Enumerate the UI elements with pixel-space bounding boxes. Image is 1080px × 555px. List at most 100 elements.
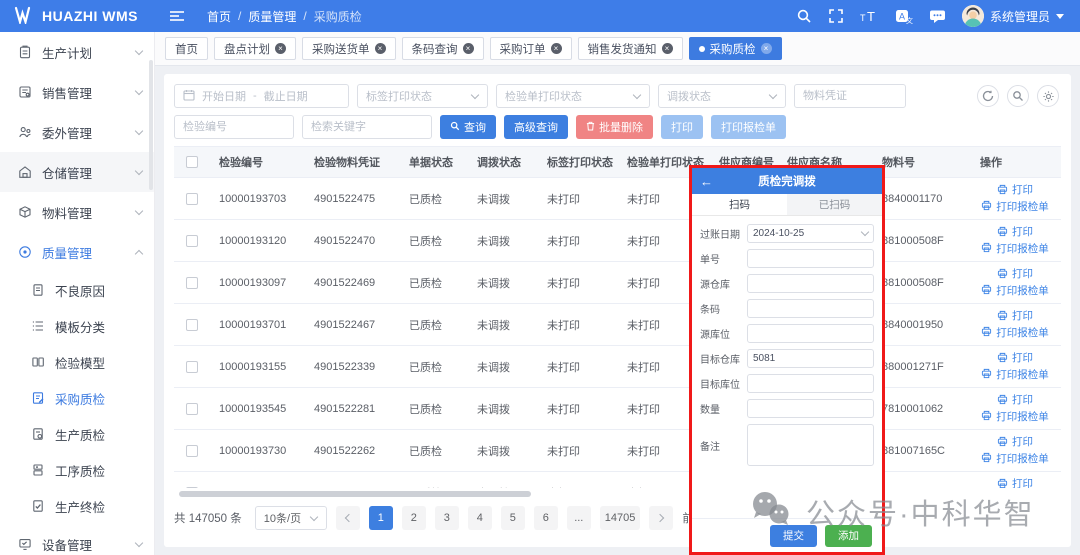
search-icon[interactable] bbox=[796, 8, 812, 24]
zoom-icon[interactable] bbox=[1007, 85, 1029, 107]
field-input-目标库位[interactable] bbox=[747, 374, 874, 393]
row-checkbox[interactable] bbox=[186, 235, 198, 247]
horizontal-scrollbar[interactable] bbox=[174, 490, 1061, 497]
close-icon[interactable]: × bbox=[375, 43, 386, 54]
close-icon[interactable]: × bbox=[662, 43, 673, 54]
fullscreen-icon[interactable] bbox=[828, 8, 844, 24]
close-icon[interactable]: × bbox=[463, 43, 474, 54]
field-input-目标仓库[interactable] bbox=[747, 349, 874, 368]
print-link[interactable]: 打印 bbox=[997, 184, 1033, 198]
select-all-checkbox[interactable] bbox=[186, 156, 198, 168]
print-link[interactable]: 打印 bbox=[997, 310, 1033, 324]
submit-button[interactable]: 提交 bbox=[770, 525, 817, 547]
field-input-源仓库[interactable] bbox=[747, 274, 874, 293]
page-button-5[interactable]: 5 bbox=[501, 506, 525, 530]
row-checkbox[interactable] bbox=[186, 319, 198, 331]
row-checkbox[interactable] bbox=[186, 487, 198, 489]
sidebar-item-检验模型[interactable]: 检验模型 bbox=[0, 344, 154, 380]
hamburger-icon[interactable] bbox=[169, 9, 185, 23]
posting-date-value[interactable] bbox=[747, 224, 874, 243]
row-checkbox[interactable] bbox=[186, 361, 198, 373]
field-input-源库位[interactable] bbox=[747, 324, 874, 343]
page-button-4[interactable]: 4 bbox=[468, 506, 492, 530]
sidebar-item-委外管理[interactable]: 委外管理 bbox=[0, 112, 154, 152]
sidebar-item-模板分类[interactable]: 模板分类 bbox=[0, 308, 154, 344]
sidebar-item-工序质检[interactable]: 工序质检 bbox=[0, 452, 154, 488]
print-button[interactable]: 打印 bbox=[661, 115, 703, 139]
print-link[interactable]: 打印 bbox=[997, 436, 1033, 450]
translate-icon[interactable]: A文 bbox=[895, 8, 913, 24]
label-print-status-select[interactable]: 标签打印状态 bbox=[357, 84, 488, 108]
gear-icon[interactable] bbox=[1037, 85, 1059, 107]
print-link[interactable]: 打印 bbox=[997, 352, 1033, 366]
sidebar-item-生产质检[interactable]: 生产质检 bbox=[0, 416, 154, 452]
row-checkbox[interactable] bbox=[186, 403, 198, 415]
sidebar-item-仓储管理[interactable]: 仓储管理 bbox=[0, 152, 154, 192]
field-input-单号[interactable] bbox=[747, 249, 874, 268]
print-link[interactable]: 打印 bbox=[997, 268, 1033, 282]
advanced-search-button[interactable]: 高级查询 bbox=[504, 115, 568, 139]
tab-采购送货单[interactable]: 采购送货单× bbox=[302, 37, 396, 60]
tab-采购订单[interactable]: 采购订单× bbox=[490, 37, 572, 60]
page-size-select[interactable]: 10条/页 bbox=[255, 506, 327, 530]
prev-page-button[interactable] bbox=[336, 506, 360, 530]
sidebar-item-物料管理[interactable]: 物料管理 bbox=[0, 192, 154, 232]
panel-tab-扫码[interactable]: 扫码 bbox=[692, 194, 787, 215]
sidebar-item-采购质检[interactable]: 采购质检 bbox=[0, 380, 154, 416]
breadcrumb-item[interactable]: 质量管理 bbox=[248, 8, 296, 25]
print-inspection-sheet-link[interactable]: 打印报检单 bbox=[981, 452, 1049, 466]
keyword-input[interactable] bbox=[302, 115, 432, 139]
remark-textarea[interactable] bbox=[747, 424, 874, 466]
row-checkbox[interactable] bbox=[186, 193, 198, 205]
print-inspection-sheet-link[interactable]: 打印报检单 bbox=[981, 368, 1049, 382]
sidebar-item-生产终检[interactable]: 生产终检 bbox=[0, 488, 154, 524]
user-menu[interactable]: 系统管理员 bbox=[962, 5, 1064, 27]
panel-tab-已扫码[interactable]: 已扫码 bbox=[787, 194, 882, 215]
print-inspection-sheet-button[interactable]: 打印报检单 bbox=[711, 115, 786, 139]
tab-条码查询[interactable]: 条码查询× bbox=[402, 37, 484, 60]
tab-盘点计划[interactable]: 盘点计划× bbox=[214, 37, 296, 60]
material-voucher-input[interactable] bbox=[794, 84, 906, 108]
breadcrumb-item[interactable]: 首页 bbox=[207, 8, 231, 25]
print-link[interactable]: 打印 bbox=[997, 226, 1033, 240]
scrollbar-thumb[interactable] bbox=[179, 491, 531, 497]
tab-销售发货通知[interactable]: 销售发货通知× bbox=[578, 37, 683, 60]
search-button[interactable]: 查询 bbox=[440, 115, 496, 139]
back-arrow-icon[interactable]: ← bbox=[700, 168, 713, 194]
tab-首页[interactable]: 首页 bbox=[165, 37, 208, 60]
sidebar-item-不良原因[interactable]: 不良原因 bbox=[0, 272, 154, 308]
print-link[interactable]: 打印 bbox=[997, 394, 1033, 408]
breadcrumb-item[interactable]: 采购质检 bbox=[314, 8, 362, 25]
print-inspection-sheet-link[interactable]: 打印报检单 bbox=[981, 200, 1049, 214]
sheet-print-status-select[interactable]: 检验单打印状态 bbox=[496, 84, 650, 108]
row-checkbox[interactable] bbox=[186, 277, 198, 289]
print-inspection-sheet-link[interactable]: 打印报检单 bbox=[981, 410, 1049, 424]
page-button-3[interactable]: 3 bbox=[435, 506, 459, 530]
next-page-button[interactable] bbox=[649, 506, 673, 530]
page-button-1[interactable]: 1 bbox=[369, 506, 393, 530]
field-input-条码[interactable] bbox=[747, 299, 874, 318]
sidebar-item-设备管理[interactable]: 设备管理 bbox=[0, 524, 154, 555]
font-size-icon[interactable]: TT bbox=[860, 8, 879, 24]
page-button-2[interactable]: 2 bbox=[402, 506, 426, 530]
row-checkbox[interactable] bbox=[186, 445, 198, 457]
close-icon[interactable]: × bbox=[551, 43, 562, 54]
transfer-status-select[interactable]: 调拨状态 bbox=[658, 84, 786, 108]
batch-delete-button[interactable]: 批量删除 bbox=[576, 115, 653, 139]
posting-date-select[interactable] bbox=[747, 224, 874, 243]
print-inspection-sheet-link[interactable]: 打印报检单 bbox=[981, 284, 1049, 298]
date-range-picker[interactable]: 开始日期 - 截止日期 bbox=[174, 84, 349, 108]
sidebar-item-生产计划[interactable]: 生产计划 bbox=[0, 32, 154, 72]
add-button[interactable]: 添加 bbox=[825, 525, 872, 547]
refresh-icon[interactable] bbox=[977, 85, 999, 107]
message-icon[interactable] bbox=[929, 8, 946, 24]
inspection-no-input[interactable] bbox=[174, 115, 294, 139]
close-icon[interactable]: × bbox=[761, 43, 772, 54]
print-inspection-sheet-link[interactable]: 打印报检单 bbox=[981, 242, 1049, 256]
sidebar-item-销售管理[interactable]: 销售管理 bbox=[0, 72, 154, 112]
page-button-6[interactable]: 6 bbox=[534, 506, 558, 530]
print-inspection-sheet-link[interactable]: 打印报检单 bbox=[981, 326, 1049, 340]
close-icon[interactable]: × bbox=[275, 43, 286, 54]
sidebar-scrollbar[interactable] bbox=[149, 60, 153, 190]
print-link[interactable]: 打印 bbox=[997, 478, 1033, 489]
